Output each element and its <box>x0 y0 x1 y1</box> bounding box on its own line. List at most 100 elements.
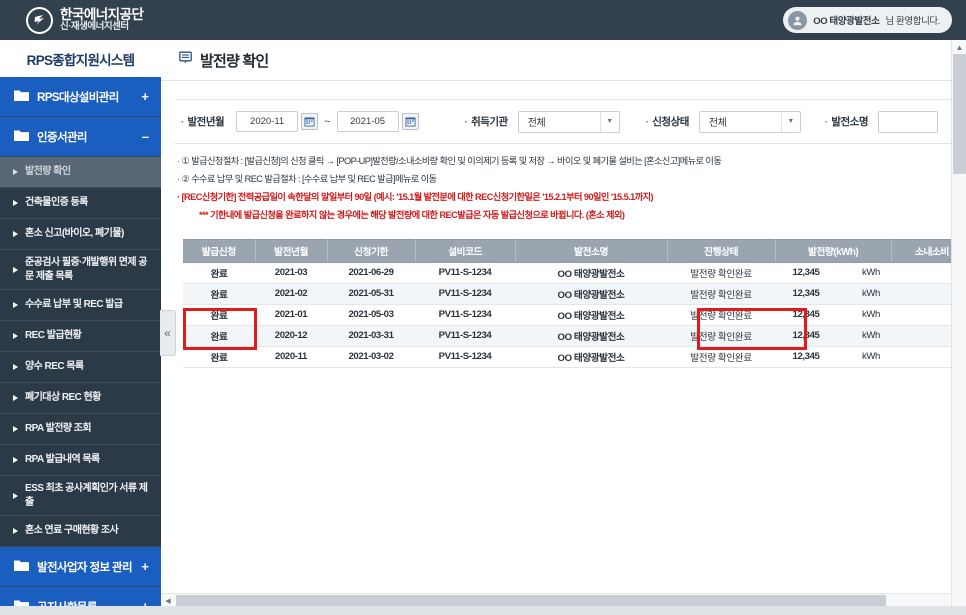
avatar <box>788 10 808 30</box>
date-range-label-text: 발전년월 <box>187 116 225 128</box>
user-greeting: 님 환영합니다. <box>885 16 940 27</box>
sidebar-item-building-cert[interactable]: 건축물인증 등록 <box>0 188 161 219</box>
sidebar-item-rpa-generation-query[interactable]: RPA 발전량 조회 <box>0 414 161 445</box>
column-header-facility-code[interactable]: 설비코드 <box>415 238 516 263</box>
sidebar-item-ess-construction-docs[interactable]: ESS 최초 공사계획인가 서류 제출 <box>0 476 161 516</box>
sidebar-item-mixed-fuel-report[interactable]: 혼소 신고(바이오, 폐기물) <box>0 219 161 250</box>
table-row[interactable]: 완료 2021-03 2021-06-29 PV11-S-1234 OO 태양광… <box>183 262 966 284</box>
cell-status: 발전량 확인완료 <box>667 304 775 326</box>
page-title: 발전량 확인 <box>200 52 269 70</box>
cell-apply[interactable]: 완료 <box>183 262 255 284</box>
cell-facility-code: PV11-S-1234 <box>415 346 515 368</box>
search-filter-panel: · 발전년월 2020-11 ~ 2021-05 · 취득기관 전체 ▼ · 신… <box>175 99 954 144</box>
user-account-chip[interactable]: OO 태양광발전소 님 환영합니다. <box>783 7 952 33</box>
column-header-apply[interactable]: 발급신청 <box>183 238 256 263</box>
cell-generation-unit: kWh <box>847 262 891 284</box>
sidebar-item-fee-rec-issue[interactable]: 수수료 납부 및 REC 발급 <box>0 290 161 321</box>
notice-line-3: · [REC신청기한] 전력공급일이 속한달의 말일부터 90일 (예시: '1… <box>177 191 654 202</box>
sidebar-group-operator-info[interactable]: 발전사업자 정보 관리 + <box>0 547 161 587</box>
calendar-icon-from[interactable] <box>301 113 319 130</box>
application-window: 한국에너지공단 신·재생에너지센터 OO 태양광발전소 님 환영합니다. RPS… <box>0 0 966 615</box>
cell-apply[interactable]: 완료 <box>183 346 255 368</box>
notice-line-1-text: ① 발급신청절차 : [발급신청]의 신청 클릭 → [POP-UP]발전량/소… <box>181 156 722 166</box>
sidebar-item-fuel-purchase-survey[interactable]: 혼소 연료 구매현황 조사 <box>0 516 161 547</box>
notice-line-1: · ① 발급신청절차 : [발급신청]의 신청 클릭 → [POP-UP]발전량… <box>177 156 722 166</box>
acquiring-org-label-text: 취득기관 <box>471 116 508 128</box>
sidebar-group-rps-facility[interactable]: RPS대상설비관리 + <box>0 77 161 117</box>
date-range-separator: ~ <box>324 115 331 128</box>
table-body: 완료 2021-03 2021-06-29 PV11-S-1234 OO 태양광… <box>183 262 966 368</box>
sidebar-item-disposal-rec-status[interactable]: 폐기대상 REC 현황 <box>0 383 161 414</box>
cell-apply[interactable]: 완료 <box>183 325 255 347</box>
expand-plus-icon[interactable]: + <box>141 90 149 103</box>
cell-generation-unit: kWh <box>847 304 891 326</box>
table-row[interactable]: 완료 2021-01 2021-05-03 PV11-S-1234 OO 태양광… <box>183 304 966 326</box>
cell-year-month: 2021-01 <box>255 304 327 326</box>
sidebar-group-label: 발전사업자 정보 관리 <box>37 561 133 574</box>
application-status-label-text: 신청상태 <box>652 116 689 128</box>
sidebar-item-rpa-issue-history[interactable]: RPA 발급내역 목록 <box>0 445 161 476</box>
plant-name-input[interactable] <box>878 110 938 133</box>
collapse-minus-icon[interactable]: – <box>142 130 149 143</box>
sidebar-group-label: 인증서관리 <box>37 131 88 144</box>
page-title-bar: 발전량 확인 <box>161 40 966 81</box>
notice-line-4: *** 기한내에 발급신청을 완료하지 않는 경우에는 해당 발전량에 대한 R… <box>199 209 625 220</box>
column-header-status[interactable]: 진행상태 <box>667 238 776 263</box>
table-row[interactable]: 완료 2020-12 2021-03-31 PV11-S-1234 OO 태양광… <box>183 325 966 347</box>
chevron-right-icon <box>13 528 18 534</box>
horizontal-scroll-thumb[interactable] <box>176 594 886 607</box>
vertical-scrollbar[interactable]: ▲ ▼ <box>951 40 966 615</box>
notice-line-2: · ② 수수료 납무 및 REC 발급절차 : [수수료 납부 및 REC 발급… <box>177 173 437 184</box>
acquiring-org-select[interactable]: 전체 ▼ <box>517 110 620 133</box>
sidebar-item-label: ESS 최초 공사계획인가 서류 제출 <box>25 483 148 508</box>
bullet-icon: · <box>464 116 468 127</box>
chevron-right-icon <box>13 200 18 206</box>
table-row[interactable]: 완료 2021-02 2021-05-31 PV11-S-1234 OO 태양광… <box>183 283 966 305</box>
sidebar-item-completion-docs[interactable]: 준공검사 필증·개발행위 면제 공문 제출 목록 <box>0 250 161 290</box>
chevron-right-icon <box>13 426 18 432</box>
generation-table-wrapper: 발급신청 발전년월 신청기한 설비코드 발전소명 진행상태 발전량(kWh) 소… <box>183 238 966 368</box>
cell-facility-code: PV11-S-1234 <box>415 262 515 284</box>
horizontal-scrollbar[interactable]: ◀ <box>161 593 950 607</box>
scroll-up-arrow-icon[interactable]: ▲ <box>952 40 966 54</box>
chevron-right-icon <box>13 302 18 308</box>
date-range-label: · 발전년월 <box>181 114 225 129</box>
org-name-primary: 한국에너지공단 <box>60 6 144 22</box>
cell-apply[interactable]: 완료 <box>183 283 255 305</box>
folder-icon <box>14 88 29 106</box>
chevron-down-icon[interactable]: ▼ <box>780 111 800 132</box>
sidebar-item-label: 발전량 확인 <box>25 166 71 178</box>
chevron-right-icon <box>13 364 18 370</box>
date-to-input[interactable]: 2021-05 <box>336 111 399 132</box>
column-header-year-month[interactable]: 발전년월 <box>255 238 328 263</box>
application-status-select[interactable]: 전체 ▼ <box>698 110 801 133</box>
chevron-down-icon[interactable]: ▼ <box>599 111 619 132</box>
date-from-input[interactable]: 2020-11 <box>236 111 299 132</box>
cell-generation-unit: kWh <box>847 325 891 347</box>
cell-apply[interactable]: 완료 <box>183 304 255 326</box>
cell-generation: 12,345 <box>775 346 847 368</box>
cell-year-month: 2020-12 <box>255 325 327 347</box>
application-status-label: · 신청상태 <box>646 114 690 129</box>
cell-generation: 12,345 <box>775 304 847 326</box>
cell-deadline: 2021-06-29 <box>327 262 415 284</box>
column-header-generation[interactable]: 발전량(kWh) <box>775 238 892 263</box>
application-status-value: 전체 <box>708 118 727 129</box>
cell-generation: 12,345 <box>775 325 847 347</box>
folder-icon <box>14 558 29 576</box>
sidebar-collapse-button[interactable]: « <box>160 310 176 356</box>
cell-plant-name: OO 태양광발전소 <box>515 283 667 305</box>
calendar-icon-to[interactable] <box>401 113 419 130</box>
sidebar-item-received-rec-list[interactable]: 양수 REC 목록 <box>0 352 161 383</box>
vertical-scroll-thumb[interactable] <box>953 54 966 174</box>
brand-logo[interactable]: 한국에너지공단 신·재생에너지센터 <box>0 6 144 34</box>
expand-plus-icon[interactable]: + <box>141 560 149 573</box>
column-header-deadline[interactable]: 신청기한 <box>327 238 416 263</box>
sidebar-item-rec-issue-status[interactable]: REC 발급현황 <box>0 321 161 352</box>
chevron-right-icon <box>13 231 18 237</box>
column-header-plant-name[interactable]: 발전소명 <box>515 238 668 263</box>
table-row[interactable]: 완료 2020-11 2021-03-02 PV11-S-1234 OO 태양광… <box>183 346 966 368</box>
chevron-right-icon <box>13 395 18 401</box>
sidebar-item-generation-check[interactable]: 발전량 확인 <box>0 157 161 188</box>
sidebar-group-certificate[interactable]: 인증서관리 – <box>0 117 161 157</box>
